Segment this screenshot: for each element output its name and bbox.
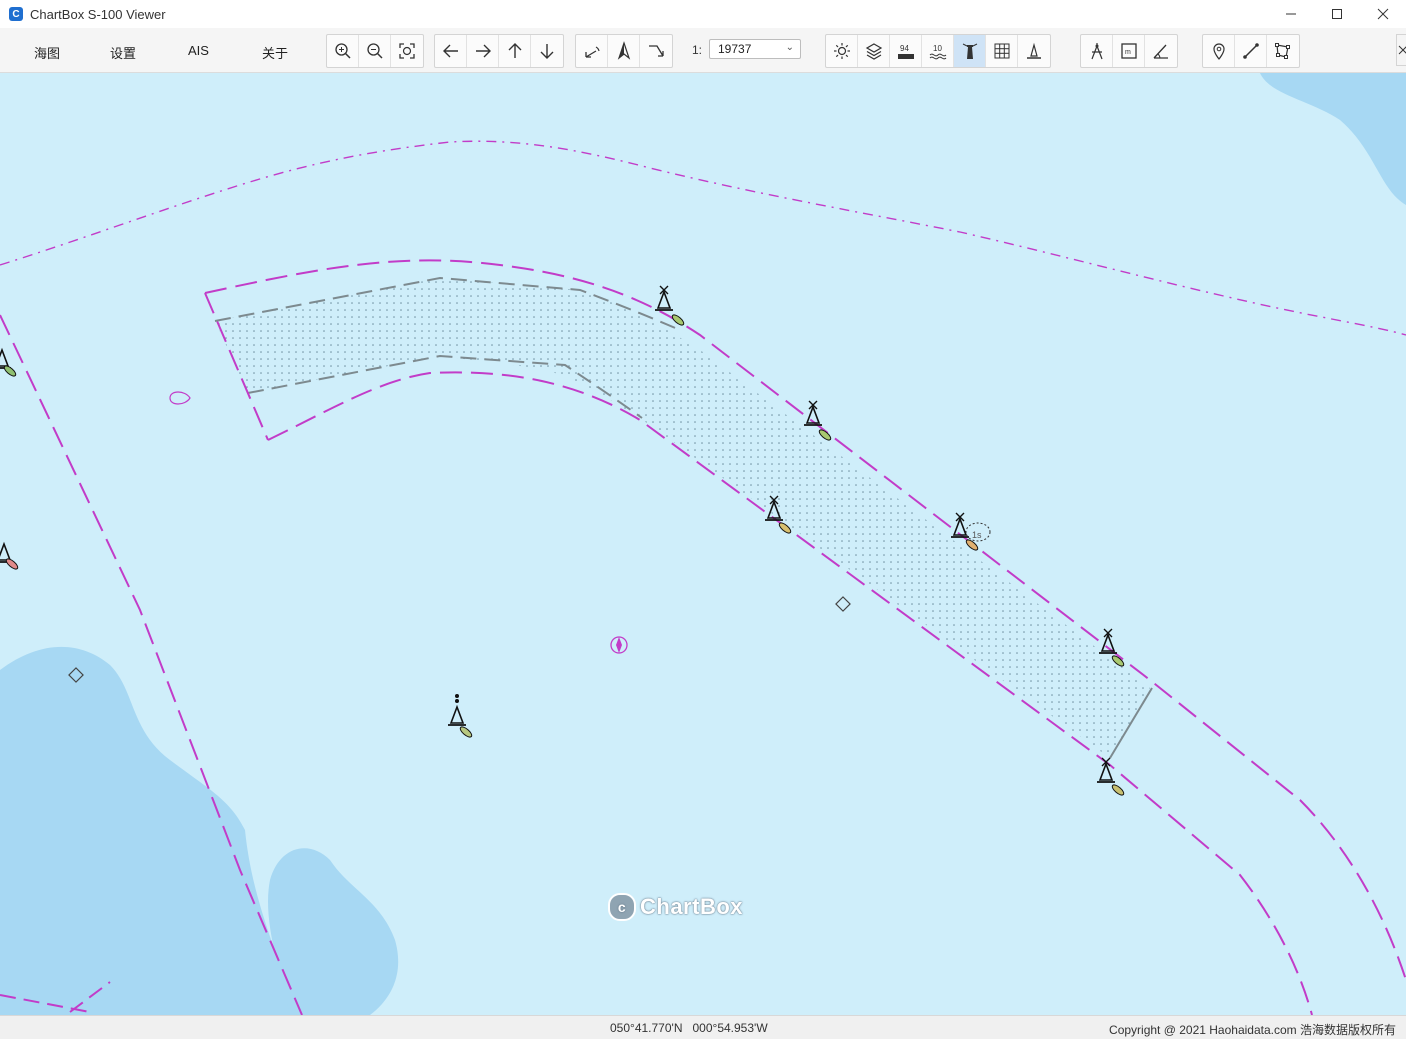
svg-text:10: 10 bbox=[933, 44, 942, 53]
chevron-down-icon: ⌄ bbox=[785, 42, 794, 53]
frame-icon: m bbox=[1120, 43, 1137, 59]
menu-ais[interactable]: AIS bbox=[188, 43, 209, 58]
zoom-in-icon bbox=[334, 43, 351, 59]
longitude-readout: 000°54.953'W bbox=[692, 1021, 768, 1035]
lighthouse-icon bbox=[962, 43, 977, 59]
north-up-button[interactable] bbox=[608, 35, 640, 67]
zoom-in-button[interactable] bbox=[327, 35, 359, 67]
svg-text:94: 94 bbox=[900, 44, 909, 53]
menu-settings[interactable]: 设置 bbox=[110, 43, 136, 62]
app-logo-icon: C bbox=[9, 7, 23, 21]
chartbox-logo-icon: c bbox=[608, 893, 636, 921]
line-measure-icon bbox=[1242, 43, 1259, 59]
buoy-icon bbox=[1027, 42, 1041, 59]
minimize-button[interactable] bbox=[1268, 0, 1314, 28]
minimize-icon bbox=[1286, 13, 1296, 15]
svg-text:m: m bbox=[1125, 49, 1131, 56]
depth-contours-icon: 10 bbox=[929, 44, 946, 60]
zoom-out-icon bbox=[366, 43, 383, 59]
main-toolbar: 海图 设置 AIS 关于 1: 19737 ⌄ 94 10 m bbox=[0, 28, 1406, 73]
close-icon bbox=[1398, 45, 1406, 55]
compass-icon bbox=[1090, 43, 1103, 60]
title-bar: C ChartBox S-100 Viewer bbox=[0, 0, 1406, 28]
grid-button[interactable] bbox=[986, 35, 1018, 67]
window-controls bbox=[1268, 0, 1406, 28]
measure-toolbar-group: m bbox=[1080, 34, 1178, 68]
rotate-right-icon bbox=[649, 45, 664, 57]
arrow-up-icon bbox=[508, 43, 521, 58]
route-toolbar-group bbox=[1202, 34, 1300, 68]
scale-select[interactable]: 19737 ⌄ bbox=[709, 39, 801, 59]
nautical-chart: 1s bbox=[0, 73, 1406, 1015]
place-pin-icon bbox=[1212, 43, 1225, 60]
depth-soundings-icon: 94 bbox=[897, 44, 914, 59]
scale-value: 19737 bbox=[718, 42, 752, 56]
overflow-button[interactable] bbox=[1396, 34, 1406, 66]
rotate-left-icon bbox=[584, 46, 600, 58]
cursor-coordinates: 050°41.770'N 000°54.953'W bbox=[610, 1021, 768, 1035]
polygon-area-button[interactable] bbox=[1267, 35, 1299, 67]
rotate-toolbar-group bbox=[575, 34, 673, 68]
maximize-button[interactable] bbox=[1314, 0, 1360, 28]
maximize-icon bbox=[1332, 9, 1342, 19]
close-icon bbox=[1377, 8, 1389, 20]
lighthouse-button[interactable] bbox=[954, 35, 986, 67]
pan-down-button[interactable] bbox=[531, 35, 563, 67]
frame-button[interactable]: m bbox=[1113, 35, 1145, 67]
depth-contours-button[interactable]: 10 bbox=[922, 35, 954, 67]
brightness-icon bbox=[833, 43, 850, 59]
rotate-right-button[interactable] bbox=[640, 35, 672, 67]
rotate-left-button[interactable] bbox=[576, 35, 608, 67]
menu-chart[interactable]: 海图 bbox=[34, 43, 60, 62]
zoom-out-button[interactable] bbox=[359, 35, 391, 67]
brightness-button[interactable] bbox=[826, 35, 858, 67]
latitude-readout: 050°41.770'N bbox=[610, 1021, 683, 1035]
line-measure-button[interactable] bbox=[1235, 35, 1267, 67]
chartbox-watermark: c ChartBox bbox=[608, 893, 743, 921]
pan-left-button[interactable] bbox=[435, 35, 467, 67]
chart-map-canvas[interactable]: 1s c ChartBox bbox=[0, 73, 1406, 1015]
watermark-text: ChartBox bbox=[640, 894, 744, 919]
buoy-button[interactable] bbox=[1018, 35, 1050, 67]
layers-button[interactable] bbox=[858, 35, 890, 67]
zoom-fit-icon bbox=[399, 43, 415, 59]
angle-icon bbox=[1153, 44, 1168, 59]
polygon-area-icon bbox=[1275, 43, 1290, 59]
pan-toolbar-group bbox=[434, 34, 564, 68]
menu-about[interactable]: 关于 bbox=[262, 43, 288, 62]
zoom-fit-button[interactable] bbox=[391, 35, 423, 67]
display-toolbar-group: 94 10 bbox=[825, 34, 1051, 68]
compass-button[interactable] bbox=[1081, 35, 1113, 67]
grid-icon bbox=[994, 43, 1009, 59]
layers-icon bbox=[865, 43, 882, 60]
arrow-left-icon bbox=[442, 44, 458, 58]
window-title: ChartBox S-100 Viewer bbox=[30, 6, 166, 22]
zoom-toolbar-group bbox=[326, 34, 424, 68]
close-button[interactable] bbox=[1360, 0, 1406, 28]
place-pin-button[interactable] bbox=[1203, 35, 1235, 67]
copyright-text: Copyright @ 2021 Haohaidata.com 浩海数据版权所有 bbox=[1109, 1023, 1396, 1037]
scale-prefix: 1: bbox=[692, 43, 703, 57]
depth-soundings-button[interactable]: 94 bbox=[890, 35, 922, 67]
sounding-1s: 1s bbox=[972, 530, 982, 540]
pan-up-button[interactable] bbox=[499, 35, 531, 67]
status-bar: 050°41.770'N 000°54.953'W Copyright @ 20… bbox=[0, 1015, 1406, 1039]
arrow-down-icon bbox=[540, 44, 554, 59]
arrow-right-icon bbox=[475, 44, 491, 58]
north-up-icon bbox=[617, 41, 630, 60]
pan-right-button[interactable] bbox=[467, 35, 499, 67]
angle-button[interactable] bbox=[1145, 35, 1177, 67]
